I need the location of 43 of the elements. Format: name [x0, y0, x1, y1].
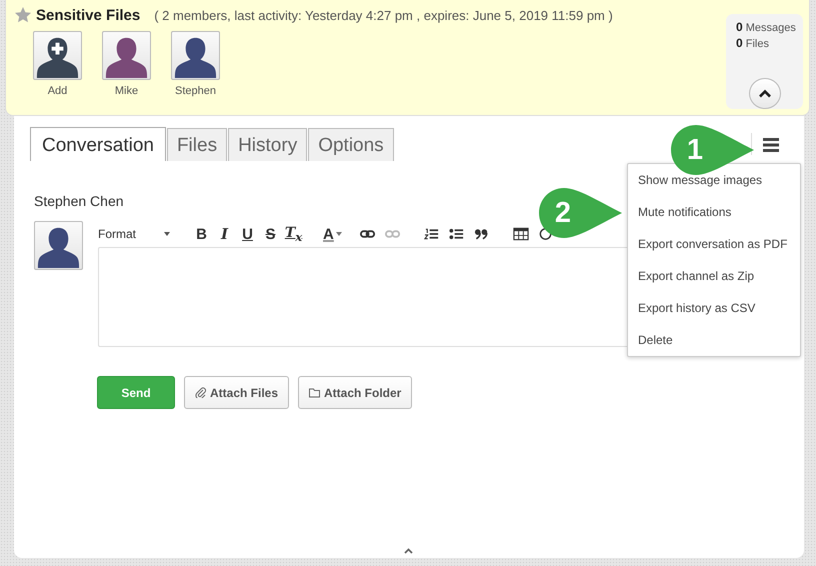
format-button[interactable]: I [213, 225, 236, 243]
text-color-button[interactable]: A [323, 226, 342, 242]
author-avatar [34, 221, 83, 270]
paperclip-icon [195, 387, 206, 398]
format-button[interactable]: T$_{x}$ [282, 224, 306, 244]
member-name: Stephen [175, 85, 216, 97]
stat-label: 0 Messages [736, 20, 797, 34]
star-icon[interactable] [14, 6, 32, 24]
author-name: Stephen Chen [34, 193, 125, 209]
callout-tooltip: 2 [538, 187, 624, 239]
table-icon[interactable] [512, 227, 529, 241]
add-member-button[interactable] [33, 31, 82, 80]
attach-button[interactable]: Attach Folder [298, 376, 412, 409]
member-avatar[interactable] [171, 31, 220, 80]
numbered-list-icon[interactable] [424, 227, 440, 241]
channel-title: Sensitive Files [36, 6, 140, 24]
channel-details: ( 2 members, last activity: Yesterday 4:27 pm , expires: June 5, 2019 11:59 pm ) [154, 8, 613, 22]
tab[interactable]: Conversation [30, 127, 166, 161]
tab[interactable]: Options [308, 128, 394, 161]
link-icon[interactable] [360, 227, 376, 241]
format-button[interactable]: B [190, 226, 214, 242]
quote-icon[interactable] [474, 227, 490, 241]
member-name: Add [48, 85, 68, 97]
member-name: Mike [114, 85, 138, 97]
bulleted-list-icon[interactable] [448, 227, 465, 241]
tab[interactable]: Files [166, 128, 228, 161]
format-dropdown[interactable]: Format [98, 227, 170, 241]
menu-item[interactable]: Mute notifications [628, 196, 800, 228]
format-button[interactable]: U [236, 226, 260, 242]
caret-icon [164, 232, 170, 236]
member-avatar[interactable] [102, 31, 151, 80]
menu-item[interactable]: Export history as CSV [628, 292, 800, 324]
format-button[interactable]: S [259, 226, 282, 242]
menu-item[interactable]: Export conversation as PDF [628, 228, 800, 260]
caret-icon [336, 232, 342, 236]
tab[interactable]: History [228, 128, 308, 161]
folder-icon [309, 387, 320, 398]
collapse-button[interactable] [749, 78, 781, 109]
callout-tooltip: 1 [670, 124, 756, 176]
attach-button[interactable]: Attach Files [184, 376, 290, 409]
menu-item[interactable]: Export channel as Zip [628, 260, 800, 292]
stat-label: 0 Files [736, 36, 770, 50]
menu-item[interactable]: Delete [628, 324, 800, 356]
